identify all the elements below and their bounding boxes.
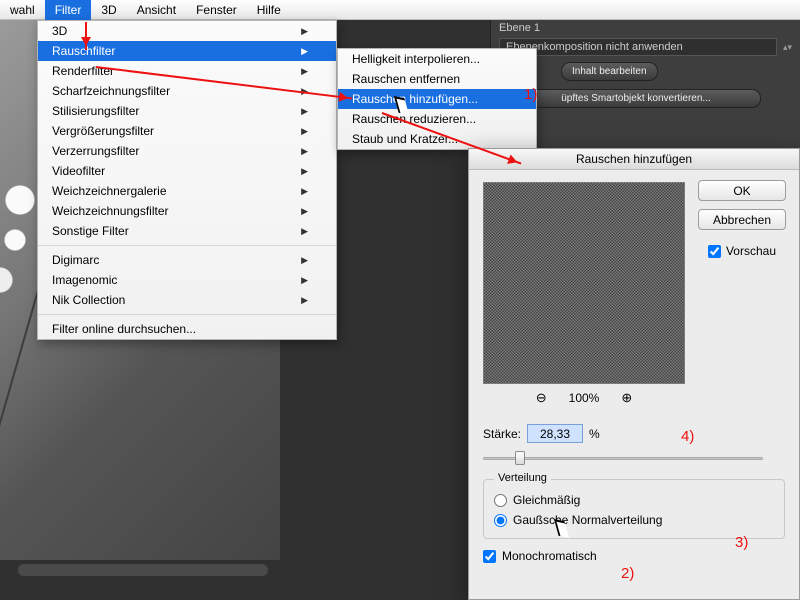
menu-item[interactable]: Rauschen entfernen: [338, 69, 536, 89]
dialog-title: Rauschen hinzufügen: [469, 149, 799, 170]
noise-submenu[interactable]: Helligkeit interpolieren...Rauschen entf…: [337, 48, 537, 150]
submenu-arrow-icon: ▶: [301, 206, 308, 217]
submenu-arrow-icon: ▶: [301, 186, 308, 197]
menu-item[interactable]: Verzerrungsfilter▶: [38, 141, 336, 161]
zoom-out-icon[interactable]: ⊖: [536, 390, 547, 406]
menu-item[interactable]: Rauschen reduzieren...: [338, 109, 536, 129]
ok-button[interactable]: OK: [698, 180, 786, 201]
gaussian-radio[interactable]: [494, 514, 507, 527]
submenu-arrow-icon: ▶: [301, 46, 308, 57]
menu-item[interactable]: Nik Collection▶: [38, 290, 336, 310]
menu-item[interactable]: Vergrößerungsfilter▶: [38, 121, 336, 141]
menu-item[interactable]: Videofilter▶: [38, 161, 336, 181]
menu-hilfe[interactable]: Hilfe: [247, 0, 291, 20]
chevron-updown-icon[interactable]: ▴▾: [783, 42, 792, 53]
uniform-radio[interactable]: [494, 494, 507, 507]
add-noise-dialog: Rauschen hinzufügen ⊖ 100% ⊕ OK Abbreche…: [468, 148, 800, 600]
strength-input[interactable]: [527, 424, 583, 443]
menu-item[interactable]: Renderfilter▶: [38, 61, 336, 81]
menu-item[interactable]: Weichzeichnergalerie▶: [38, 181, 336, 201]
menu-item[interactable]: Staub und Kratzer...: [338, 129, 536, 149]
menu-item[interactable]: Sonstige Filter▶: [38, 221, 336, 241]
monochromatic-checkbox[interactable]: [483, 550, 496, 563]
menu-3d[interactable]: 3D: [91, 0, 126, 20]
menu-ansicht[interactable]: Ansicht: [127, 0, 186, 20]
horizontal-scrollbar[interactable]: [18, 564, 268, 576]
submenu-arrow-icon: ▶: [301, 106, 308, 117]
menu-item[interactable]: Rauschen hinzufügen...: [338, 89, 536, 109]
zoom-in-icon[interactable]: ⊕: [621, 390, 632, 406]
menu-item[interactable]: Imagenomic▶: [38, 270, 336, 290]
submenu-arrow-icon: ▶: [301, 275, 308, 286]
strength-slider[interactable]: [483, 449, 763, 467]
menu-item[interactable]: Digimarc▶: [38, 250, 336, 270]
submenu-arrow-icon: ▶: [301, 126, 308, 137]
submenu-arrow-icon: ▶: [301, 146, 308, 157]
menu-fenster[interactable]: Fenster: [186, 0, 247, 20]
menu-filter[interactable]: Filter: [45, 0, 92, 20]
menu-item[interactable]: Scharfzeichnungsfilter▶: [38, 81, 336, 101]
layer-name: Ebene 1: [499, 22, 540, 34]
layer-comp-select[interactable]: Ebenenkomposition nicht anwenden: [499, 38, 777, 56]
filter-menu[interactable]: 3D▶Rauschfilter▶Renderfilter▶Scharfzeich…: [37, 20, 337, 340]
menu-item[interactable]: Filter online durchsuchen...: [38, 319, 336, 339]
submenu-arrow-icon: ▶: [301, 255, 308, 266]
edit-content-button[interactable]: Inhalt bearbeiten: [561, 62, 658, 81]
cancel-button[interactable]: Abbrechen: [698, 209, 786, 230]
submenu-arrow-icon: ▶: [301, 26, 308, 37]
distribution-legend: Verteilung: [494, 472, 551, 484]
noise-preview[interactable]: [483, 182, 685, 384]
menu-bar: wahlFilter3DAnsichtFensterHilfe: [0, 0, 800, 20]
submenu-arrow-icon: ▶: [301, 295, 308, 306]
menu-item[interactable]: Rauschfilter▶: [38, 41, 336, 61]
zoom-level: 100%: [569, 391, 600, 405]
submenu-arrow-icon: ▶: [301, 226, 308, 237]
submenu-arrow-icon: ▶: [301, 86, 308, 97]
menu-item[interactable]: Helligkeit interpolieren...: [338, 49, 536, 69]
submenu-arrow-icon: ▶: [301, 66, 308, 77]
menu-wahl[interactable]: wahl: [0, 0, 45, 20]
preview-checkbox[interactable]: [708, 245, 721, 258]
distribution-group: Verteilung Gleichmäßig Gaußsche Normalve…: [483, 479, 785, 539]
submenu-arrow-icon: ▶: [301, 166, 308, 177]
menu-item[interactable]: Weichzeichnungsfilter▶: [38, 201, 336, 221]
menu-item[interactable]: 3D▶: [38, 21, 336, 41]
strength-label: Stärke:: [483, 427, 521, 441]
percent-label: %: [589, 427, 600, 441]
menu-item[interactable]: Stilisierungsfilter▶: [38, 101, 336, 121]
convert-smartobject-button[interactable]: üpftes Smartobjekt konvertieren...: [511, 89, 761, 108]
